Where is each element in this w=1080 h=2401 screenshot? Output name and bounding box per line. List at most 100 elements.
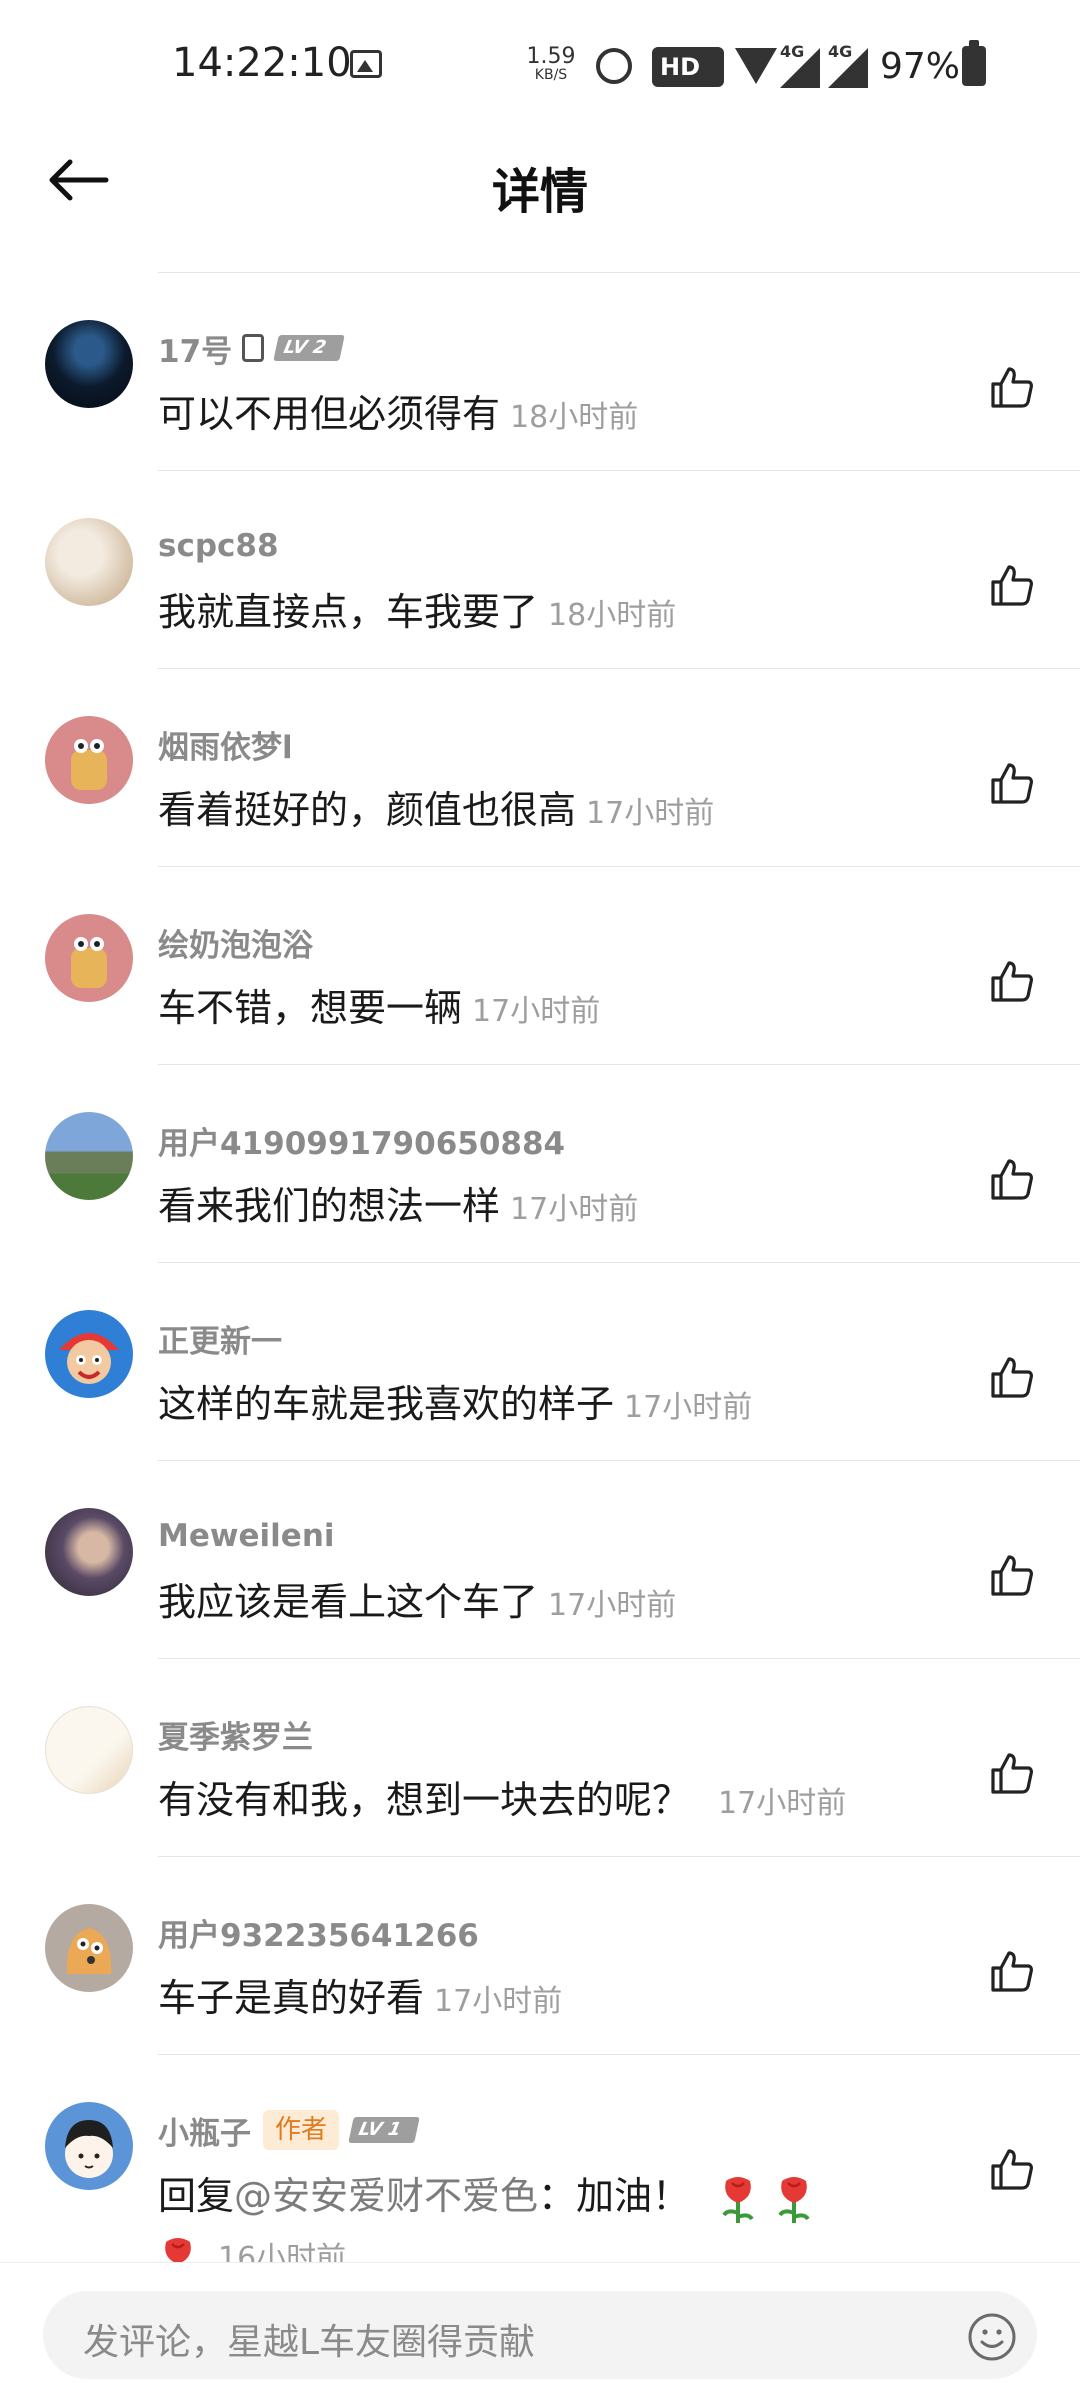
top-app-bar: 详情 <box>0 130 1080 230</box>
author-badge: 作者 <box>263 2110 340 2150</box>
avatar-cartoon-icon <box>66 1928 112 1974</box>
username-row: 17号 LV 2 <box>158 326 345 371</box>
avatar[interactable] <box>45 1508 133 1596</box>
comment-item: scpc88 我就直接点，车我要了 18小时前 <box>0 471 1080 669</box>
avatar[interactable] <box>45 1706 133 1794</box>
signal-icon-sim2: 4G <box>828 42 868 88</box>
comment-text-line-2: 16小时前 <box>158 2233 346 2262</box>
comment-time: 16小时前 <box>218 2241 347 2262</box>
hd-icon: HD <box>652 47 724 87</box>
status-time: 14:22:10 <box>172 40 352 86</box>
avatar[interactable] <box>45 320 133 408</box>
network-speed-value: 1.59 <box>526 44 576 69</box>
comment-text-line: 我应该是看上这个车了 17小时前 <box>158 1571 676 1626</box>
thumbs-up-icon[interactable] <box>990 2148 1034 2190</box>
thumbs-up-icon[interactable] <box>990 1554 1034 1596</box>
comment-input-bar: 发评论，星越L车友圈得贡献 <box>0 2262 1080 2401</box>
username[interactable]: 正更新一 <box>158 1316 282 1361</box>
comment-text: 车不错，想要一辆 <box>158 986 463 1030</box>
username[interactable]: 小瓶子 <box>158 2108 251 2153</box>
previous-comment-residue <box>158 230 338 242</box>
avatar[interactable] <box>45 1310 133 1398</box>
network-speed: 1.59 KB/S <box>526 44 576 83</box>
comment-text: 可以不用但必须得有 <box>158 392 501 436</box>
thumbs-up-icon[interactable] <box>990 564 1034 606</box>
username[interactable]: Meweileni <box>158 1518 335 1554</box>
comment-text-line: 车不错，想要一辆 17小时前 <box>158 977 600 1032</box>
wifi-icon <box>735 48 777 84</box>
comment-text: 我就直接点，车我要了 <box>158 590 539 634</box>
avatar[interactable] <box>45 1112 133 1200</box>
username-row: 夏季紫罗兰 <box>158 1712 313 1756</box>
battery-percent: 97% <box>880 46 961 87</box>
comment-time: 17小时前 <box>510 1192 639 1227</box>
username-row: 用户4190991790650884 <box>158 1118 565 1162</box>
thumbs-up-icon[interactable] <box>990 1752 1034 1794</box>
status-bar: 14:22:10 1.59 KB/S HD 4G 4G 97% <box>0 0 1080 130</box>
comment-time: 17小时前 <box>586 796 715 831</box>
thumbs-up-icon[interactable] <box>990 366 1034 408</box>
rose-icon <box>165 2237 191 2262</box>
thumbs-up-icon[interactable] <box>990 960 1034 1002</box>
signal-icon-sim1: 4G <box>780 42 820 88</box>
comment-time: 17小时前 <box>548 1588 677 1623</box>
avatar[interactable] <box>45 1904 133 1992</box>
sim2-label: 4G <box>828 42 853 61</box>
comment-item: Meweileni 我应该是看上这个车了 17小时前 <box>0 1461 1080 1659</box>
comment-item: 夏季紫罗兰 有没有和我，想到一块去的呢？ 17小时前 <box>0 1659 1080 1857</box>
thumbs-up-icon[interactable] <box>990 1356 1034 1398</box>
comment-item: 烟雨依梦l 看着挺好的，颜值也很高 17小时前 <box>0 669 1080 867</box>
reply-prefix: 回复 <box>158 2174 235 2218</box>
avatar[interactable] <box>45 2102 133 2190</box>
battery-icon <box>962 40 986 86</box>
avatar[interactable] <box>45 716 133 804</box>
comment-text: 有没有和我，想到一块去的呢？ <box>158 1778 691 1822</box>
thumbs-up-icon[interactable] <box>990 762 1034 804</box>
comment-text: 看来我们的想法一样 <box>158 1184 501 1228</box>
avatar[interactable] <box>45 518 133 606</box>
alarm-icon <box>596 48 632 84</box>
comment-item: 17号 LV 2 可以不用但必须得有 18小时前 <box>0 273 1080 471</box>
comment-text-line: 看来我们的想法一样 17小时前 <box>158 1175 638 1230</box>
comment-item: 小瓶子 作者 LV 1 回复@安安爱财不爱色：加油！ 16小时前 <box>0 2055 1080 2262</box>
username[interactable]: 用户4190991790650884 <box>158 1118 565 1163</box>
smiley-icon[interactable] <box>967 2312 1017 2362</box>
comment-text-line: 可以不用但必须得有 18小时前 <box>158 383 638 438</box>
avatar[interactable] <box>45 914 133 1002</box>
level-badge: LV 1 <box>348 2117 420 2143</box>
comment-time: 17小时前 <box>434 1984 563 2019</box>
comment-text-line: 这样的车就是我喜欢的样子 17小时前 <box>158 1373 752 1428</box>
mention-link[interactable]: @安安爱财不爱色 <box>234 2174 538 2218</box>
username-row: scpc88 <box>158 524 279 568</box>
comment-item: 绘奶泡泡浴 车不错，想要一辆 17小时前 <box>0 867 1080 1065</box>
avatar-cartoon-icon <box>71 937 107 988</box>
comment-item: 正更新一 这样的车就是我喜欢的样子 17小时前 <box>0 1263 1080 1461</box>
username[interactable]: 绘奶泡泡浴 <box>158 920 313 965</box>
username[interactable]: 烟雨依梦l <box>158 722 293 767</box>
comment-text-line: 回复@安安爱财不爱色：加油！ <box>158 2165 814 2225</box>
avatar-cartoon-icon <box>71 739 107 790</box>
username-row: 小瓶子 作者 LV 1 <box>158 2108 420 2153</box>
username[interactable]: scpc88 <box>158 528 279 564</box>
network-speed-unit: KB/S <box>534 67 568 83</box>
thumbs-up-icon[interactable] <box>990 1950 1034 1992</box>
comment-text: ：加油！ <box>538 2174 691 2218</box>
comment-text-line: 我就直接点，车我要了 18小时前 <box>158 581 676 636</box>
comment-text: 看着挺好的，颜值也很高 <box>158 788 577 832</box>
username-row: 烟雨依梦l <box>158 722 293 766</box>
username[interactable]: 夏季紫罗兰 <box>158 1712 313 1757</box>
username[interactable]: 用户932235641266 <box>158 1910 479 1955</box>
comment-time: 17小时前 <box>624 1390 753 1425</box>
rose-icon <box>722 2176 754 2223</box>
comment-list[interactable]: 17号 LV 2 可以不用但必须得有 18小时前 scpc88 我就直接点，车我要… <box>0 230 1080 2262</box>
rose-icon <box>778 2176 810 2223</box>
avatar-cartoon-icon <box>59 1333 119 1384</box>
page-title: 详情 <box>491 164 588 220</box>
comment-text-line: 有没有和我，想到一块去的呢？ 17小时前 <box>158 1769 846 1824</box>
thumbs-up-icon[interactable] <box>990 1158 1034 1200</box>
sim1-label: 4G <box>780 42 805 61</box>
username[interactable]: 17号 <box>158 326 232 371</box>
comment-input[interactable]: 发评论，星越L车友圈得贡献 <box>43 2291 1037 2379</box>
username-row: 用户932235641266 <box>158 1910 479 1954</box>
comment-item: 用户932235641266 车子是真的好看 17小时前 <box>0 1857 1080 2055</box>
